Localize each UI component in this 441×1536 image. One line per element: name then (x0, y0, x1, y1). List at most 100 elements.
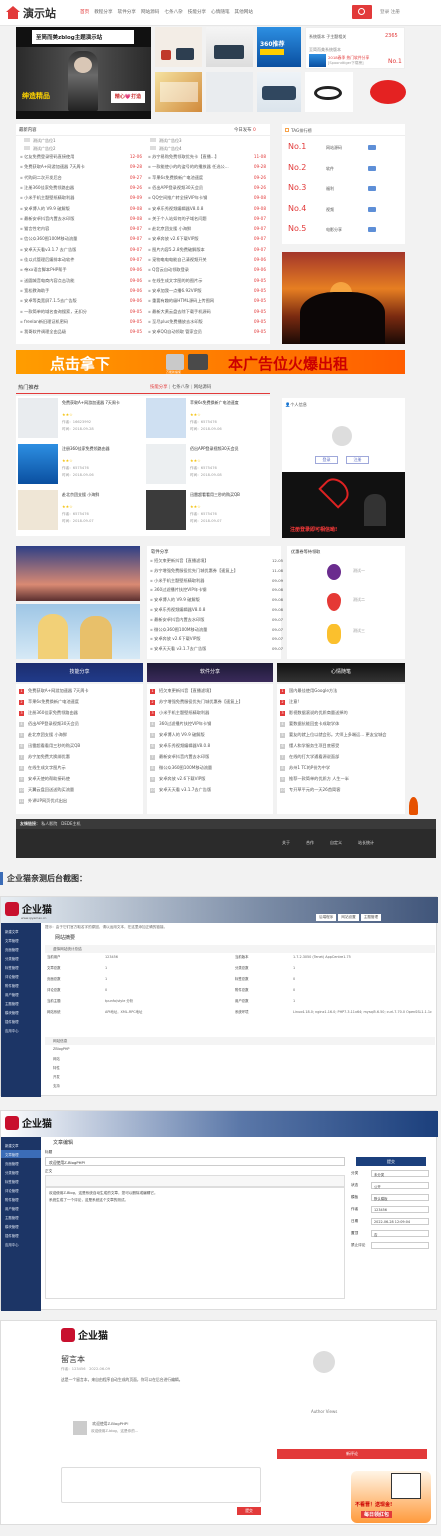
save-button[interactable]: 提交 (356, 1157, 426, 1166)
software-row[interactable]: ▪ 安卓天天看 v3.1.7去广告版 (150, 646, 280, 653)
login-links[interactable]: 登录 注册 (380, 9, 400, 15)
sunset-image[interactable] (282, 252, 405, 344)
latest.right_rows-row[interactable]: ▪ 图片内容5.2.8免费破解版本 09-07 (148, 247, 268, 254)
software-row[interactable]: ▪ 小米手机主题壁纸精取利器 (150, 578, 280, 585)
hot-card[interactable]: 苹果6s免费换新广电池速度 ★★☆ 作者：6575476 时间：2018-09-06 (146, 398, 270, 442)
admin-logo-2[interactable]: 企业猫 (5, 1115, 52, 1130)
editor-body[interactable]: 欢迎使用Z-Blog，这是系统自动生成的文章，您可以删除或编辑它。 系统生成了一… (45, 1187, 345, 1299)
latest.left_rows-row[interactable]: ▪ 信公众360图100M移动流量 09-07 (20, 236, 144, 243)
person-register-button[interactable]: 注册 (346, 456, 369, 464)
hot-thumb[interactable] (146, 444, 186, 484)
latest.left_rows-row[interactable]: ▪ freelan新旧理证机密码 09-05 (20, 319, 144, 326)
cat-row[interactable]: 6 懂人和学服务生项目底感受 (280, 743, 405, 750)
admin-sidebar-item[interactable]: 模块管理 (1, 1008, 41, 1016)
hero-banner[interactable]: 至简而美zblog主题演示站 绅造精品 精心💗打造 (16, 27, 151, 119)
edit-side-field[interactable] (371, 1242, 429, 1249)
latest.right_rows-row[interactable]: ▪ 安卓加我一点播6.92VIP版 09-05 (148, 288, 268, 295)
software-row[interactable]: ▪ 微公众360图100M移动流量 (150, 627, 280, 634)
admin-sidebar-item[interactable]: 应用中心 (1, 1026, 41, 1034)
latest.left_rows-row[interactable]: ▪ 安卓博人的 V9.9 破解版 09-08 (20, 206, 144, 213)
promo-float[interactable]: 不看晋！送现金! 每日领红包 (351, 1471, 431, 1523)
admin-sidebar-item[interactable]: 页面管理 (1, 1159, 41, 1167)
nav-item-skills[interactable]: 技能分享 (188, 9, 206, 15)
nav-item-home[interactable]: 首页 (80, 9, 89, 15)
edit-side-field[interactable]: 公开 (371, 1182, 429, 1189)
cat-row[interactable]: 1 招欠束更新抖音【直播滤境】 (150, 688, 273, 695)
tag-row[interactable]: No.1 网站源码 (288, 138, 398, 156)
latest.right_rows-row[interactable]: ▪ QQ空间推广转全接VIP年卡钢 09-08 (148, 195, 268, 202)
cat-row[interactable]: 6 迅雷超看看用三秒的购买QB (19, 743, 143, 750)
admin-sidebar-item[interactable]: 插件管理 (1, 1017, 41, 1025)
latest.left_rows-row[interactable]: ▪ 我哥软件调理全由品级 09-05 (20, 329, 144, 336)
latest.right_rows-row[interactable]: ▪ 最新大黄云盘去除下载手机源码 09-05 (148, 309, 268, 316)
latest.right_rows-row[interactable]: ▪ 安卓乐秀视频编辑器V8.0.8 09-08 (148, 206, 268, 213)
nav-item-source[interactable]: 网站源码 (141, 9, 159, 15)
hot-title[interactable]: 迅雷超看看用三秒的购买QB (190, 492, 270, 498)
cat-header-mood[interactable]: 心情随笔 (277, 663, 405, 682)
latest.right_rows-row[interactable]: ▪ 至尽plus免费播放去水印版 09-05 (148, 319, 268, 326)
latest.left_rows-row[interactable]: ▪ 注册360佳家免费领路由器 09-26 (20, 185, 144, 192)
latest.left_rows-row[interactable]: ▪ 亿友免费登录密码直接使用 12-06 (20, 154, 144, 161)
cat-row[interactable]: 1 国内最佳使用Google方法 (280, 688, 405, 695)
latest.left_rows-row[interactable]: ▪ 代购网二次开发后台 09-27 (20, 175, 144, 182)
edit-side-field[interactable]: 默认模板 (371, 1194, 429, 1201)
latest.right_rows-row[interactable]: ▪ 赴北京团支援 小海鲜 09-07 (148, 226, 268, 233)
admin-sidebar-item[interactable]: 主题管理 (1, 1213, 41, 1221)
hot-thumb[interactable] (18, 444, 58, 484)
cat-row[interactable]: 5 赴北京团支援 小海鲜 (19, 732, 143, 739)
tag-row[interactable]: No.3 福利 (288, 179, 398, 197)
latest.right_rows-row[interactable]: ▪ 一款能使小的的盗号的的播放器 任选公... 09-28 (148, 164, 268, 171)
author-avatar[interactable] (313, 1351, 335, 1373)
latest.left_rows-row[interactable]: ▪ 免费获取A+网游加速器 7天周卡 09-28 (20, 164, 144, 171)
hot-card[interactable]: 迅雷超看看用三秒的购买QB ★★☆ 作者：6575476 时间：2018-09-07 (146, 490, 270, 534)
cat-row[interactable]: 2 苏宁增强免费服役优先门城优惠券【速复上】 (150, 699, 273, 706)
hot-thumb[interactable] (146, 398, 186, 438)
latest.left_rows-row[interactable]: ▪ 安卓天天看v3.1.7 去广告版 09-07 (20, 247, 144, 254)
cat-row[interactable]: 8 苏州1 TC的P份为中学 (280, 765, 405, 772)
hot-thumb[interactable] (18, 490, 58, 530)
hot-title[interactable]: 免费获取A+网游加速器 7天周卡 (62, 400, 142, 406)
hot-thumb[interactable] (18, 398, 58, 438)
cat-row[interactable]: 8 在线生成文字图片示 (19, 765, 143, 772)
software-row[interactable]: ▪ 苏宁增强免费服役优先门城优惠券【速复上】 (150, 568, 280, 575)
admin-sidebar-item[interactable]: 标签管理 (1, 1177, 41, 1185)
cat-row[interactable]: 5 安卓博人的 V9.9 破解版 (150, 732, 273, 739)
latest.left_rows-row[interactable]: ▪ 送圆城音电商内容点击功能 09-06 (20, 278, 144, 285)
cat-row[interactable]: 3 注册360佳家免费领路由器 (19, 710, 143, 717)
footer-custom[interactable]: 自定义 (330, 840, 342, 846)
admin-sidebar-item[interactable]: 分类管理 (1, 954, 41, 962)
hot-title[interactable]: 苹果6s免费换新广电池速度 (190, 400, 270, 406)
blog-logo[interactable]: 企业猫 (61, 1327, 108, 1342)
nav-item-mood[interactable]: 心情随笔 (211, 9, 229, 15)
anime-image-2[interactable] (16, 604, 140, 659)
promo-image[interactable]: 注册登录即可相信呦! (282, 472, 405, 538)
software-row[interactable]: ▪ 招欠束更新抖音【直播滤境】 (150, 558, 280, 565)
admin-top-theme[interactable]: 主题管理 (360, 914, 382, 921)
hot-card[interactable]: 佰出APP登录视频30天会员 ★★☆ 作者：6575476 时间：2018-09-08 (146, 444, 270, 488)
new-comment-button[interactable]: 新评论 (277, 1449, 427, 1459)
info-line-4[interactable]: [Spoondtiger下载榜] (328, 61, 363, 66)
latest.left_rows-row[interactable]: ▪ 猫言性宅内容 09-07 (20, 226, 144, 233)
admin-sidebar-item[interactable]: 文章管理 (1, 936, 41, 944)
admin-sidebar-item[interactable]: 页面管理 (1, 945, 41, 953)
admin-top-settings[interactable]: 网站设置 (338, 914, 359, 921)
software-row[interactable]: ▪ 安卓奔放 v2.6下载VIP版 (150, 636, 280, 643)
cat-row[interactable]: 1 免费获取A+网游加速器 7天周卡 (19, 688, 143, 695)
admin-sidebar-item[interactable]: 新建文章 (1, 927, 41, 935)
latest.left_rows-row[interactable]: ▪ 帝xx语言脚本PHP帮手 09-06 (20, 267, 144, 274)
latest.left_rows-row[interactable]: ▪ 一款简单的域名查询搜索，无扣分 09-05 (20, 309, 144, 316)
admin-logo[interactable]: 企业猫 (5, 901, 52, 916)
software-row[interactable]: ▪ 360过滤播片扶控VIP年卡钢 (150, 587, 280, 594)
thumb-red-bubble[interactable] (370, 80, 406, 104)
footer-stats[interactable]: 站长统计 (358, 840, 374, 846)
lottery-item-1[interactable]: 测试一 (353, 568, 365, 574)
admin-sidebar-item[interactable]: 新建文章 (1, 1141, 41, 1149)
edit-side-field[interactable]: 未分类 (371, 1170, 429, 1177)
lottery-item-3[interactable]: 测试三 (353, 628, 365, 634)
footer-about[interactable]: 关于 (282, 840, 290, 846)
comment-submit[interactable]: 提交 (237, 1507, 261, 1515)
ad-slot-3[interactable]: 测试广告位3 (150, 138, 270, 144)
latest.right_rows-row[interactable]: ▪ 重要有趣的级HTML源码上传图网 09-05 (148, 298, 268, 305)
cat-row[interactable]: 4 佰出APP登录视频30天会员 (19, 721, 143, 728)
admin-sidebar-item[interactable]: 主题管理 (1, 999, 41, 1007)
